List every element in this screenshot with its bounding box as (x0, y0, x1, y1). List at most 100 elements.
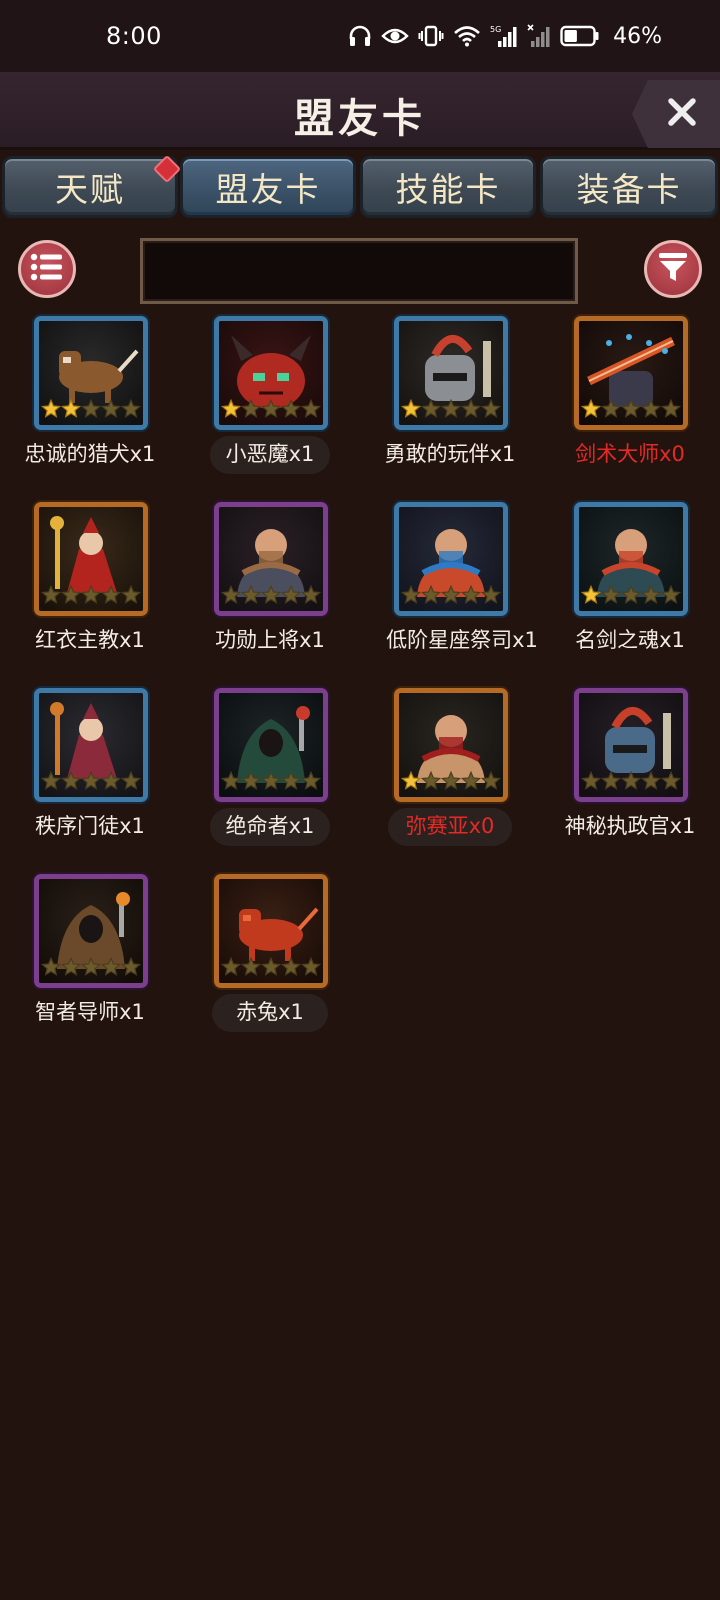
star-icon (81, 584, 101, 604)
tab-equipment-cards[interactable]: 装备卡 (540, 156, 718, 218)
star-icon (101, 956, 121, 976)
star-rating (581, 583, 681, 609)
wifi-icon (453, 25, 481, 47)
star-icon (121, 398, 141, 418)
ally-card[interactable]: 弥赛亚x0 (360, 684, 540, 870)
star-icon (41, 956, 61, 976)
star-icon (281, 770, 301, 790)
star-icon (261, 584, 281, 604)
star-rating (401, 769, 501, 795)
ally-card[interactable]: 功勋上将x1 (180, 498, 360, 684)
star-icon (441, 770, 461, 790)
filter-button[interactable] (644, 240, 702, 298)
ally-card[interactable]: 神秘执政官x1 (540, 684, 720, 870)
star-rating (221, 955, 321, 981)
star-rating (41, 769, 141, 795)
tab-label: 天赋 (55, 170, 125, 209)
star-icon (401, 398, 421, 418)
ally-card[interactable]: 低阶星座祭司x1 (360, 498, 540, 684)
star-icon (301, 770, 321, 790)
star-icon (61, 584, 81, 604)
star-icon (661, 770, 681, 790)
star-rating (41, 397, 141, 423)
status-bar: 8:00 5G 46% (0, 0, 720, 72)
star-icon (481, 770, 501, 790)
star-icon (281, 956, 301, 976)
ally-card[interactable]: 剑术大师x0 (540, 312, 720, 498)
headphones-icon (348, 25, 372, 47)
star-icon (281, 584, 301, 604)
star-icon (601, 770, 621, 790)
star-icon (241, 584, 261, 604)
filter-icon (656, 250, 690, 288)
list-icon (30, 252, 64, 286)
list-view-button[interactable] (18, 240, 76, 298)
star-icon (121, 956, 141, 976)
ally-card[interactable]: 红衣主教x1 (0, 498, 180, 684)
star-icon (301, 956, 321, 976)
star-icon (301, 584, 321, 604)
tab-label: 盟友卡 (215, 170, 321, 209)
svg-text:5G: 5G (490, 25, 501, 34)
battery-percent: 46% (613, 23, 662, 49)
card-portrait (34, 502, 148, 616)
card-name: 勇敢的玩伴x1 (384, 442, 516, 466)
close-button[interactable] (632, 80, 720, 148)
star-rating (401, 397, 501, 423)
star-icon (261, 956, 281, 976)
ally-card[interactable]: 名剑之魂x1 (540, 498, 720, 684)
tab-ally-cards[interactable]: 盟友卡 (180, 156, 356, 218)
card-portrait (574, 688, 688, 802)
star-icon (441, 398, 461, 418)
star-icon (241, 398, 261, 418)
star-icon (621, 770, 641, 790)
ally-card[interactable]: 绝命者x1 (180, 684, 360, 870)
ally-card[interactable]: 忠诚的猎犬x1 (0, 312, 180, 498)
card-portrait (394, 688, 508, 802)
search-input[interactable] (140, 238, 578, 304)
star-rating (581, 397, 681, 423)
card-name: 智者导师x1 (35, 1000, 145, 1024)
star-icon (401, 770, 421, 790)
eye-icon (381, 26, 409, 46)
signal-no-sim-icon (527, 24, 551, 48)
card-name: 忠诚的猎犬x1 (24, 442, 156, 466)
card-portrait (214, 316, 328, 430)
star-icon (81, 956, 101, 976)
ally-card[interactable]: 智者导师x1 (0, 870, 180, 1056)
star-icon (661, 584, 681, 604)
status-time: 8:00 (106, 22, 162, 50)
card-name: 低阶星座祭司x1 (386, 628, 538, 652)
ally-card[interactable]: 赤兔x1 (180, 870, 360, 1056)
signal-5g-icon: 5G (490, 24, 518, 48)
card-portrait (574, 502, 688, 616)
star-rating (221, 769, 321, 795)
card-name: 剑术大师x0 (575, 442, 685, 466)
card-portrait (214, 688, 328, 802)
star-icon (101, 770, 121, 790)
star-icon (621, 398, 641, 418)
star-icon (241, 770, 261, 790)
star-rating (41, 955, 141, 981)
star-icon (221, 770, 241, 790)
star-icon (81, 398, 101, 418)
page-title: 盟友卡 (294, 96, 426, 142)
star-icon (121, 584, 141, 604)
card-portrait (34, 874, 148, 988)
star-icon (481, 398, 501, 418)
ally-card[interactable]: 小恶魔x1 (180, 312, 360, 498)
card-name: 红衣主教x1 (35, 628, 145, 652)
tab-bar: 天赋 盟友卡 技能卡 装备卡 (0, 150, 720, 222)
star-icon (261, 398, 281, 418)
tab-skill-cards[interactable]: 技能卡 (360, 156, 536, 218)
tab-label: 装备卡 (576, 170, 682, 209)
ally-card[interactable]: 秩序门徒x1 (0, 684, 180, 870)
star-icon (41, 398, 61, 418)
card-name: 功勋上将x1 (215, 628, 325, 652)
card-name: 神秘执政官x1 (564, 814, 696, 838)
star-icon (41, 584, 61, 604)
tab-talent[interactable]: 天赋 (2, 154, 182, 218)
ally-card[interactable]: 勇敢的玩伴x1 (360, 312, 540, 498)
star-icon (221, 584, 241, 604)
card-name: 小恶魔x1 (225, 442, 315, 466)
